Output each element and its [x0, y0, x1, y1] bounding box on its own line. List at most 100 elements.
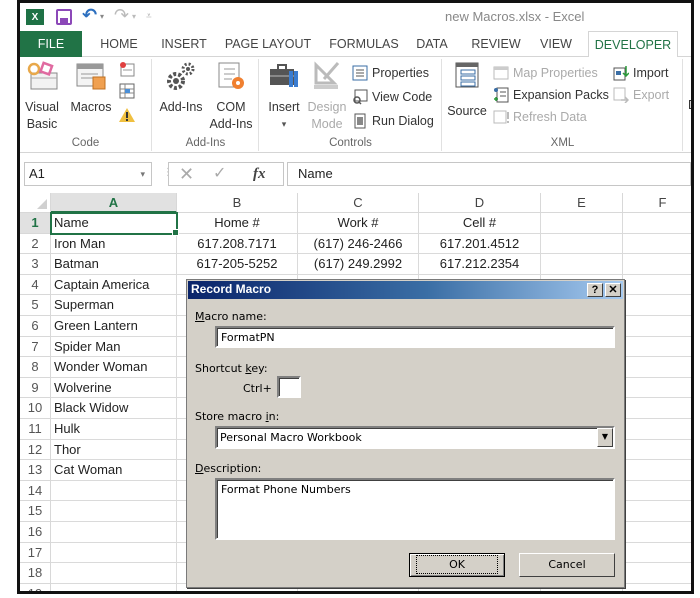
cell-f19[interactable]	[623, 584, 691, 591]
com-addins-button[interactable]: COM Add-Ins	[207, 61, 255, 133]
row-header[interactable]: 13	[20, 460, 51, 481]
cell-a1[interactable]: Name	[50, 212, 179, 236]
tab-developer[interactable]: DEVELOPER	[588, 31, 678, 58]
row-header[interactable]: 5	[20, 295, 51, 316]
refresh-data-button[interactable]: Refresh Data	[493, 107, 587, 127]
cell-a6[interactable]: Green Lantern	[51, 316, 177, 337]
cancel-entry-icon[interactable]: ✕	[179, 163, 194, 185]
cell-a5[interactable]: Superman	[51, 295, 177, 316]
row-header[interactable]: 1	[20, 213, 51, 234]
cell-a18[interactable]	[51, 563, 177, 584]
view-code-button[interactable]: View Code	[352, 87, 432, 107]
help-button[interactable]: ?	[587, 283, 603, 297]
row-header[interactable]: 17	[20, 542, 51, 564]
tab-view[interactable]: VIEW	[534, 31, 578, 57]
row-header[interactable]: 8	[20, 357, 51, 378]
cell-f12[interactable]	[623, 440, 691, 461]
cell-a14[interactable]	[51, 480, 177, 502]
cell-a16[interactable]	[51, 522, 177, 543]
row-header[interactable]: 14	[20, 480, 51, 502]
cell-f9[interactable]	[623, 378, 691, 399]
select-all-button[interactable]	[20, 193, 51, 213]
cell-f5[interactable]	[623, 295, 691, 316]
cell-a2[interactable]: Iron Man	[51, 233, 177, 255]
export-button[interactable]: Export	[613, 85, 669, 105]
expansion-packs-button[interactable]: Expansion Packs	[493, 85, 609, 105]
cell-c1[interactable]: Work #	[298, 213, 419, 234]
customize-qat-icon[interactable]: ⩡	[146, 11, 152, 22]
save-icon[interactable]	[56, 9, 72, 25]
store-macro-select[interactable]: Personal Macro Workbook ▼	[215, 426, 615, 449]
shortcut-key-input[interactable]	[277, 376, 301, 398]
cell-e3[interactable]	[541, 254, 623, 275]
row-header[interactable]: 7	[20, 336, 51, 358]
formula-input[interactable]: Name	[287, 162, 691, 186]
cell-a3[interactable]: Batman	[51, 254, 177, 275]
row-header[interactable]: 19	[20, 583, 51, 591]
insert-function-icon[interactable]: fx	[253, 163, 266, 185]
cell-f16[interactable]	[623, 522, 691, 543]
ok-button[interactable]: OK	[409, 553, 505, 577]
dialog-title-bar[interactable]: Record Macro ? ✕	[188, 281, 623, 299]
cell-c2[interactable]: (617) 246-2466	[298, 233, 419, 255]
insert-control-button[interactable]: Insert ▾	[264, 61, 304, 133]
source-button[interactable]: Source	[445, 61, 489, 120]
column-header-d[interactable]: D	[419, 193, 541, 213]
row-header[interactable]: 3	[20, 254, 51, 275]
record-macro-icon[interactable]	[118, 61, 136, 77]
undo-icon[interactable]: ↶	[82, 5, 97, 26]
cell-a11[interactable]: Hulk	[51, 419, 177, 440]
cell-a7[interactable]: Spider Man	[51, 336, 177, 358]
tab-home[interactable]: HOME	[88, 31, 150, 57]
row-header[interactable]: 6	[20, 316, 51, 337]
column-header-e[interactable]: E	[541, 193, 623, 213]
cell-a10[interactable]: Black Widow	[51, 398, 177, 419]
name-box[interactable]: A1 ▾	[24, 162, 152, 186]
visual-basic-button[interactable]: Visual Basic	[22, 61, 62, 133]
cell-f1[interactable]	[623, 213, 691, 234]
cell-f7[interactable]	[623, 337, 691, 358]
relative-references-icon[interactable]	[118, 83, 136, 99]
cell-d1[interactable]: Cell #	[419, 213, 541, 234]
import-button[interactable]: Import	[613, 63, 668, 83]
chevron-down-icon[interactable]: ▼	[597, 428, 613, 447]
redo-dropdown-icon[interactable]: ▾	[132, 12, 136, 21]
cell-f8[interactable]	[623, 357, 691, 378]
cell-e2[interactable]	[541, 233, 623, 255]
addins-button[interactable]: Add-Ins	[157, 61, 205, 116]
cell-a8[interactable]: Wonder Woman	[51, 357, 177, 378]
description-textarea[interactable]: Format Phone Numbers	[215, 478, 615, 540]
tab-formulas[interactable]: FORMULAS	[324, 31, 404, 57]
cell-f17[interactable]	[623, 543, 691, 564]
row-header[interactable]: 16	[20, 522, 51, 543]
cell-f4[interactable]	[623, 275, 691, 296]
tab-page-layout[interactable]: PAGE LAYOUT	[220, 31, 316, 57]
cell-f13[interactable]	[623, 460, 691, 481]
cell-d3[interactable]: 617.212.2354	[419, 254, 541, 275]
map-properties-button[interactable]: Map Properties	[493, 63, 598, 83]
cell-f14[interactable]	[623, 481, 691, 502]
cell-b1[interactable]: Home #	[177, 213, 298, 234]
cell-e1[interactable]	[541, 213, 623, 234]
cell-f6[interactable]	[623, 316, 691, 337]
cell-b2[interactable]: 617.208.7171	[177, 233, 298, 255]
column-header-c[interactable]: C	[298, 193, 419, 213]
column-header-a[interactable]: A	[51, 193, 177, 213]
row-header[interactable]: 4	[20, 274, 51, 296]
cell-f3[interactable]	[623, 254, 691, 275]
cell-a17[interactable]	[51, 542, 177, 564]
design-mode-button[interactable]: Design Mode	[306, 61, 348, 133]
column-header-b[interactable]: B	[177, 193, 298, 213]
cancel-button[interactable]: Cancel	[519, 553, 615, 577]
cell-b3[interactable]: 617-205-5252	[177, 254, 298, 275]
name-box-dropdown-icon[interactable]: ▾	[140, 163, 145, 185]
row-header[interactable]: 12	[20, 439, 51, 461]
row-header[interactable]: 10	[20, 398, 51, 419]
tab-insert[interactable]: INSERT	[154, 31, 214, 57]
cell-f10[interactable]	[623, 398, 691, 419]
cell-a12[interactable]: Thor	[51, 439, 177, 461]
close-button[interactable]: ✕	[605, 283, 621, 297]
undo-dropdown-icon[interactable]: ▾	[100, 12, 104, 21]
macros-button[interactable]: Macros	[66, 61, 116, 116]
cell-a4[interactable]: Captain America	[51, 274, 177, 296]
